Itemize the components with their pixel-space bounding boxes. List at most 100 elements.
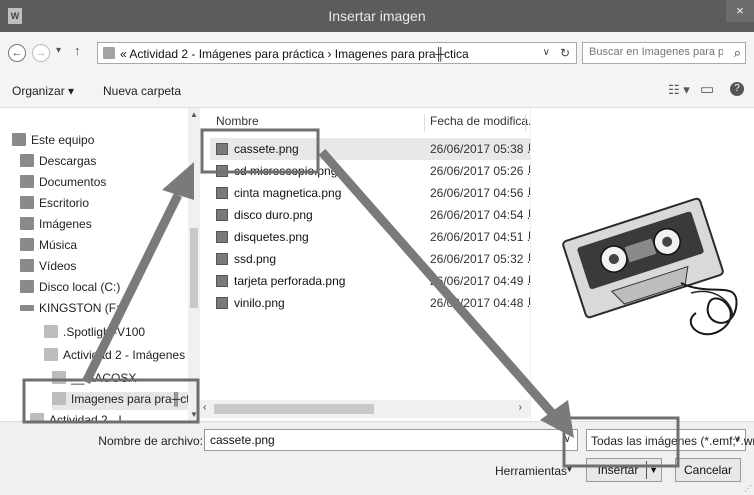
png-file-icon [216, 297, 228, 309]
sidebar-item-musica[interactable]: Música [20, 238, 77, 256]
drive-icon [20, 280, 34, 293]
file-name: ssd.png [234, 252, 277, 266]
file-date: 26/06/2017 04:51 ... [430, 230, 537, 244]
downloads-folder-icon [20, 154, 34, 167]
file-row[interactable]: disquetes.png26/06/2017 04:51 ...I [210, 226, 537, 248]
address-bar[interactable]: « Actividad 2 - Imágenes para práctica ›… [97, 42, 577, 64]
file-row[interactable]: tarjeta perforada.png 26/06/2017 04:49 ..… [210, 270, 537, 292]
search-icon[interactable]: ⌕ [734, 45, 741, 61]
recent-locations-dropdown[interactable]: ▾ [56, 45, 61, 56]
insert-button[interactable]: Insertar ▼ [586, 458, 662, 482]
column-header-name[interactable]: Nombre [216, 114, 259, 128]
file-date: 26/06/2017 04:56 ... [430, 186, 537, 200]
file-row[interactable]: disco duro.png26/06/2017 04:54 ...I [210, 204, 537, 226]
folder-icon [44, 348, 58, 361]
insert-dropdown-icon[interactable]: ▼ [649, 459, 658, 481]
sidebar-item-disco-local[interactable]: Disco local (C:) [20, 280, 120, 298]
address-dropdown-icon[interactable]: ∨ [543, 47, 550, 58]
music-folder-icon [20, 238, 34, 251]
file-row[interactable]: cinta magnetica.png26/06/2017 04:56 ...I [210, 182, 537, 204]
preview-pane-icon[interactable]: ▭ [700, 80, 714, 98]
refresh-icon[interactable]: ↻ [560, 46, 570, 60]
chevron-down-icon[interactable]: ∨ [564, 434, 571, 445]
sidebar-item-descargas[interactable]: Descargas [20, 154, 96, 172]
png-file-icon [216, 275, 228, 287]
scroll-up-icon[interactable]: ▲ [190, 110, 198, 119]
chevron-down-icon[interactable]: ∨ [734, 434, 741, 445]
view-options-icon[interactable]: ☷ ▾ [668, 82, 690, 98]
sidebar-item-spotlight[interactable]: .Spotlight-V100 [44, 325, 145, 343]
sidebar-item-actividad-2[interactable]: Actividad 2 - Imágenes para p [44, 348, 199, 366]
horizontal-scrollbar[interactable]: ‹ › [200, 400, 530, 418]
scrollbar-thumb[interactable] [214, 404, 374, 414]
file-row[interactable]: vinilo.png26/06/2017 04:48 ...I [210, 292, 537, 314]
file-name: cinta magnetica.png [234, 186, 342, 200]
file-name: vinilo.png [234, 296, 285, 310]
sidebar-item-escritorio[interactable]: Escritorio [20, 196, 89, 214]
sidebar-item-imagenes[interactable]: Imágenes [20, 217, 92, 235]
filename-field[interactable]: ∨ [204, 429, 578, 451]
title-bar: W Insertar imagen × [0, 0, 754, 32]
folder-icon [52, 392, 66, 405]
preview-pane [530, 108, 754, 421]
file-date: 26/06/2017 05:32 ... [430, 252, 537, 266]
sidebar-item-kingston[interactable]: KINGSTON (F:) [20, 301, 123, 319]
forward-button[interactable]: → [32, 44, 50, 62]
computer-icon [12, 133, 26, 146]
sidebar-item-imagenes-practica[interactable]: Imagenes para pra╫ctica [52, 392, 199, 410]
file-name: tarjeta perforada.png [234, 274, 346, 288]
filename-input[interactable] [210, 433, 550, 447]
breadcrumb[interactable]: « Actividad 2 - Imágenes para práctica ›… [120, 47, 469, 61]
usb-drive-icon [20, 305, 34, 311]
cancel-button[interactable]: Cancelar [675, 458, 741, 482]
up-folder-button[interactable]: ↑ [74, 43, 81, 58]
split-divider [646, 461, 647, 479]
address-row: ← → ▾ ↑ « Actividad 2 - Imágenes para pr… [0, 32, 754, 72]
scroll-right-icon[interactable]: › [519, 402, 522, 413]
file-row[interactable]: ssd.png26/06/2017 05:32 ...I [210, 248, 537, 270]
folder-icon [30, 413, 44, 421]
scroll-down-icon[interactable]: ▼ [190, 410, 198, 419]
file-type-filter[interactable]: Todas las imágenes (*.emf;*.wr ∨ [586, 429, 754, 451]
sidebar-item-videos[interactable]: Vídeos [20, 259, 76, 277]
resize-grip-icon[interactable]: ⋰ [744, 484, 752, 493]
column-header-date[interactable]: Fecha de modifica... [430, 114, 538, 128]
sidebar-item-actividad-2-i[interactable]: Actividad 2 - I [30, 413, 122, 421]
back-button[interactable]: ← [8, 44, 26, 62]
navigation-pane: Este equipo Descargas Documentos Escrito… [0, 108, 200, 421]
desktop-folder-icon [20, 196, 34, 209]
organize-button[interactable]: Organizar ▾ [12, 84, 74, 98]
cassette-preview-image [562, 197, 738, 336]
column-divider[interactable] [424, 114, 425, 132]
file-name: cassete.png [234, 142, 299, 156]
tools-menu[interactable]: Herramientas [495, 464, 567, 478]
file-row[interactable]: cd microscopio.png26/06/2017 05:26 ...I [210, 160, 537, 182]
new-folder-button[interactable]: Nueva carpeta [103, 84, 181, 98]
filename-label: Nombre de archivo: [98, 434, 203, 448]
scroll-left-icon[interactable]: ‹ [203, 402, 206, 413]
png-file-icon [216, 165, 228, 177]
window-title: Insertar imagen [328, 8, 426, 24]
folder-icon [44, 325, 58, 338]
search-input[interactable] [589, 46, 723, 58]
dialog-footer: Nombre de archivo: ∨ Todas las imágenes … [0, 421, 754, 495]
file-date: 26/06/2017 04:48 ... [430, 296, 537, 310]
sidebar-item-documentos[interactable]: Documentos [20, 175, 106, 193]
sidebar-item-macosx[interactable]: __MACOSX [52, 371, 136, 389]
tools-dropdown-icon[interactable]: ▼ [565, 464, 574, 474]
png-file-icon [216, 231, 228, 243]
folder-icon [103, 47, 115, 59]
navigation-scrollbar[interactable]: ▲ ▼ [188, 108, 200, 421]
sidebar-item-este-equipo[interactable]: Este equipo [12, 133, 94, 151]
png-file-icon [216, 209, 228, 221]
file-name: disquetes.png [234, 230, 309, 244]
scrollbar-thumb[interactable] [190, 228, 198, 308]
close-button[interactable]: × [726, 0, 754, 22]
videos-folder-icon [20, 259, 34, 272]
search-box[interactable]: ⌕ [582, 42, 746, 64]
column-divider[interactable] [525, 114, 526, 132]
help-icon[interactable]: ? [730, 82, 744, 96]
file-date: 26/06/2017 04:49 ... [430, 274, 537, 288]
file-date: 26/06/2017 05:38 ... [430, 142, 537, 156]
file-row[interactable]: cassete.png26/06/2017 05:38 ...I [210, 138, 537, 160]
